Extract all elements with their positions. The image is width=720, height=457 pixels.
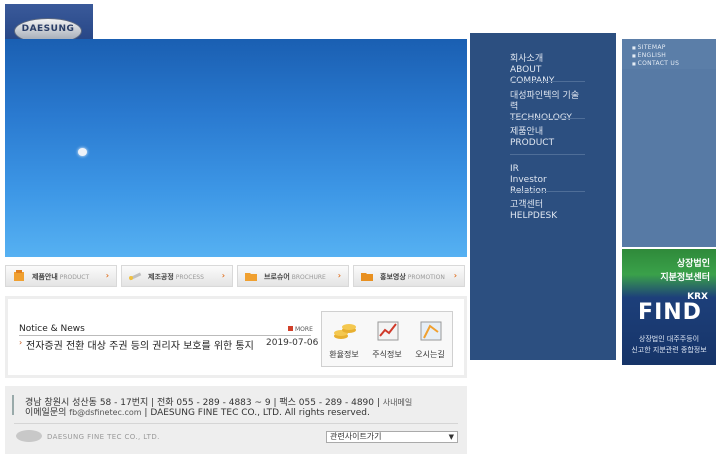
quick-menu-sublabel: PROCESS (175, 274, 204, 281)
quick-menu-sublabel: PROMOTION (407, 274, 445, 281)
nav-divider (510, 118, 585, 119)
nav-item-helpdesk[interactable]: 고객센터 HELPDESK (510, 200, 585, 222)
email-link[interactable]: fb@dsfinetec.com (69, 408, 141, 417)
email-inquiry-label: 이메일문의 (25, 408, 67, 418)
quick-menu-label: 홍보영상 (380, 273, 406, 281)
nav-item-sublabel: Investor Relation (510, 175, 547, 196)
english-link[interactable]: ENGLISH (632, 52, 666, 59)
chart-icon (377, 321, 399, 341)
moon-decoration (78, 148, 87, 156)
more-link[interactable]: MORE (288, 326, 313, 333)
nav-item-label: 고객센터 (510, 200, 544, 210)
arrow-right-icon: › (221, 271, 225, 280)
footer-divider (14, 423, 458, 424)
logo-text: DAESUNG (21, 24, 75, 34)
footer-company-name: DAESUNG FINE TEC CO., LTD. (47, 433, 160, 441)
contact-us-link[interactable]: CONTACT US (632, 60, 679, 67)
quick-menu-label: 제품안내 (32, 273, 58, 281)
nav-divider (510, 81, 585, 82)
nav-item-technology[interactable]: 대성파인텍의 기술력 TECHNOLOGY (510, 91, 585, 124)
nav-item-sublabel: ABOUT COMPANY (510, 65, 555, 86)
folder-icon (245, 273, 257, 281)
notice-divider (19, 335, 311, 336)
main-nav: 회사소개 ABOUT COMPANY 대성파인텍의 기술력 TECHNOLOGY… (470, 33, 616, 360)
arrow-right-icon: › (453, 271, 457, 280)
nav-divider (510, 191, 585, 192)
more-label: MORE (295, 326, 313, 333)
product-icon (14, 270, 24, 281)
nav-divider (510, 154, 585, 155)
banner-sub2: 신고한 지분관련 종합정보 (631, 346, 707, 354)
quick-menu-promotion[interactable]: 홍보영상 PROMOTION › (353, 265, 465, 287)
hero-banner (5, 39, 467, 257)
news-item-title[interactable]: 전자증권 전환 대상 주권 등의 권리자 보호를 위한 통지 (26, 337, 254, 352)
nav-item-label: IR (510, 164, 519, 174)
news-item-date: 2019-07-06 (266, 338, 319, 348)
utility-links: SITEMAP ENGLISH CONTACT US (622, 39, 716, 69)
wrench-icon (129, 272, 142, 281)
notice-title: Notice & News (19, 324, 85, 334)
footer-copyright: 이메일문의 fb@dsfinetec.com | DAESUNG FINE TE… (25, 405, 370, 418)
service-directions[interactable]: 오시는길 (409, 312, 451, 368)
service-label: 주식정보 (372, 350, 402, 359)
quick-menu-sublabel: BROCHURE (291, 274, 326, 281)
arrow-right-icon: › (105, 271, 109, 280)
nav-item-label: 제품안내 (510, 127, 544, 137)
banner-find: FIND (638, 300, 702, 325)
footer-logo (16, 430, 42, 442)
quick-menu-label: 제조공정 (148, 273, 174, 281)
nav-item-label: 대성파인텍의 기술력 (510, 91, 580, 112)
side-panel (622, 69, 716, 247)
coins-icon (334, 324, 356, 339)
sitemap-link[interactable]: SITEMAP (632, 44, 666, 51)
intranet-mail-link[interactable]: 사내메일 (383, 398, 412, 407)
service-exchange-rate[interactable]: 환율정보 (323, 312, 365, 368)
service-stock-info[interactable]: 주식정보 (366, 312, 408, 368)
service-label: 환율정보 (329, 350, 359, 359)
banner-sub1: 상장법인 대주주등이 (638, 335, 700, 343)
footer-accent-bar (12, 395, 14, 415)
nav-item-ir[interactable]: IR Investor Relation (510, 164, 585, 197)
related-sites-select[interactable]: 관련사이트가기 ▼ (326, 431, 458, 443)
chevron-down-icon: ▼ (448, 433, 454, 441)
copyright-text: | DAESUNG FINE TEC CO., LTD. All rights … (144, 408, 370, 418)
nav-item-sublabel: HELPDESK (510, 211, 558, 221)
nav-item-about[interactable]: 회사소개 ABOUT COMPANY (510, 54, 585, 87)
map-icon (420, 321, 442, 341)
banner-line1: 상장법인 (676, 259, 710, 269)
service-label: 오시는길 (415, 350, 445, 359)
more-bullet-icon (288, 326, 293, 331)
quick-menu-label: 브로슈어 (264, 273, 290, 281)
quick-menu-product[interactable]: 제품안내 PRODUCT › (5, 265, 117, 287)
nav-item-product[interactable]: 제품안내 PRODUCT (510, 127, 585, 149)
related-sites-value: 관련사이트가기 (330, 432, 382, 441)
arrow-right-icon: › (337, 271, 341, 280)
nav-item-sublabel: PRODUCT (510, 138, 555, 148)
quick-menu-sublabel: PRODUCT (59, 274, 90, 281)
folder-icon (361, 273, 373, 281)
quick-menu-process[interactable]: 제조공정 PROCESS › (121, 265, 233, 287)
banner-line2: 지분정보센터 (660, 273, 710, 283)
bullet-arrow-icon: › (19, 338, 23, 347)
nav-item-label: 회사소개 (510, 54, 544, 64)
quick-menu-brochure[interactable]: 브로슈어 BROCHURE › (237, 265, 349, 287)
